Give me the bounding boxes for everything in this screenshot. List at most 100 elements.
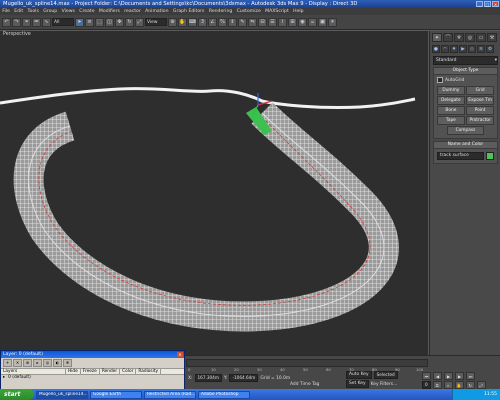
column-color[interactable]: Color (120, 369, 137, 374)
bind-spacewarp-icon[interactable]: ∿ (42, 17, 51, 27)
column-hide[interactable]: Hide (66, 369, 81, 374)
lights-icon[interactable]: ✷ (450, 45, 458, 53)
next-frame-icon[interactable]: ▶ (455, 372, 464, 380)
object-name-input[interactable]: track surface (437, 151, 484, 160)
menu-animation[interactable]: Animation (143, 9, 171, 14)
layer-close-button[interactable]: ✕ (177, 352, 183, 357)
select-in-layer-icon[interactable]: ▸ (33, 359, 42, 367)
expand-icon[interactable]: ▸ (3, 375, 5, 380)
scale-icon[interactable]: ⤢ (135, 17, 144, 27)
zoom-icon[interactable]: ⌕ (443, 381, 453, 389)
previous-frame-icon[interactable]: ◀ (433, 372, 442, 380)
material-editor-icon[interactable]: ◉ (298, 17, 307, 27)
mirror-icon[interactable]: ⇋ (248, 17, 257, 27)
menu-help[interactable]: Help (291, 9, 306, 14)
key-filters-button[interactable]: Key Filters... (371, 382, 398, 387)
pivot-center-icon[interactable]: ⊕ (168, 17, 177, 27)
selection-set-dropdown[interactable]: Selected (373, 371, 398, 379)
hide-all-icon[interactable]: ◐ (53, 359, 62, 367)
select-by-name-icon[interactable]: ≡ (85, 17, 94, 27)
go-to-end-icon[interactable]: ⏭ (466, 372, 475, 380)
new-layer-icon[interactable]: + (3, 359, 12, 367)
window-crossing-icon[interactable]: ◫ (105, 17, 114, 27)
menu-customize[interactable]: Customize (234, 9, 263, 14)
go-to-start-icon[interactable]: ⏮ (422, 372, 431, 380)
perspective-viewport[interactable]: Perspective (0, 31, 428, 355)
taskbar-item[interactable]: Restricted Area (Rad... (144, 390, 196, 399)
layer-row[interactable]: ▸ 0 (default) (1, 375, 184, 380)
layer-manager-titlebar[interactable]: Layer: 0 (default) ✕ (1, 351, 184, 358)
taskbar-item[interactable]: Adobe Photoshop (198, 390, 250, 399)
start-button[interactable]: start (0, 389, 34, 400)
menu-reactor[interactable]: reactor (122, 9, 143, 14)
orbit-icon[interactable]: ↻ (465, 381, 475, 389)
shapes-icon[interactable]: ◠ (441, 45, 449, 53)
column-layers[interactable]: Layers (1, 369, 66, 374)
menu-edit[interactable]: Edit (12, 9, 25, 14)
keyboard-shortcut-icon[interactable]: ⌨ (188, 17, 197, 27)
category-dropdown[interactable]: Standard ▾ (433, 56, 498, 65)
create-tab-icon[interactable]: ✦ (432, 33, 442, 42)
current-frame-field[interactable]: 0 (422, 381, 431, 389)
add-time-tag-button[interactable]: Add Time Tag (290, 382, 319, 387)
menu-rendering[interactable]: Rendering (207, 9, 235, 14)
menu-file[interactable]: File (0, 9, 12, 14)
move-icon[interactable]: ✥ (115, 17, 124, 27)
curve-editor-icon[interactable]: ⌇ (278, 17, 287, 27)
angle-snap-icon[interactable]: ∠ (208, 17, 217, 27)
link-icon[interactable]: ⚭ (22, 17, 31, 27)
menu-graph-editors[interactable]: Graph Editors (171, 9, 207, 14)
pan-icon[interactable]: ✋ (454, 381, 464, 389)
highlight-layer-icon[interactable]: ◎ (43, 359, 52, 367)
display-tab-icon[interactable]: ▭ (476, 33, 486, 42)
maximize-button[interactable]: □ (484, 1, 491, 7)
column-render[interactable]: Render (100, 369, 121, 374)
selection-filter-dropdown[interactable]: All (52, 18, 74, 26)
menu-group[interactable]: Group (41, 9, 59, 14)
render-frame-icon[interactable]: ▣ (318, 17, 327, 27)
region-select-icon[interactable]: ⬚ (95, 17, 104, 27)
protractor-button[interactable]: Protractor (466, 116, 494, 125)
taskbar-item[interactable]: Google Earth (90, 390, 142, 399)
freeze-all-icon[interactable]: ❄ (63, 359, 72, 367)
point-button[interactable]: Point (466, 106, 494, 115)
schematic-view-icon[interactable]: ⊞ (288, 17, 297, 27)
close-button[interactable]: ✕ (492, 1, 499, 7)
systems-icon[interactable]: ⚙ (486, 45, 494, 53)
rotate-icon[interactable]: ↻ (125, 17, 134, 27)
grid-button[interactable]: Grid (466, 86, 494, 95)
utilities-tab-icon[interactable]: ⚒ (487, 33, 497, 42)
minimize-button[interactable]: _ (476, 1, 483, 7)
menu-tools[interactable]: Tools (25, 9, 41, 14)
play-icon[interactable]: ▶ (444, 372, 453, 380)
column-freeze[interactable]: Freeze (81, 369, 100, 374)
auto-key-button[interactable]: Auto Key (346, 371, 372, 379)
cameras-icon[interactable]: ▶ (459, 45, 467, 53)
undo-icon[interactable]: ↶ (2, 17, 11, 27)
autogrid-checkbox[interactable] (437, 77, 443, 83)
manipulate-icon[interactable]: ✋ (178, 17, 187, 27)
bone-button[interactable]: Bone (437, 106, 465, 115)
render-setup-icon[interactable]: ☕ (308, 17, 317, 27)
menu-maxscript[interactable]: MAXScript (263, 9, 291, 14)
select-object-icon[interactable]: ➤ (75, 17, 84, 27)
dummy-button[interactable]: Dummy (437, 86, 465, 95)
named-selection-icon[interactable]: ✎ (238, 17, 247, 27)
hierarchy-tab-icon[interactable]: ♆ (454, 33, 464, 42)
helpers-icon[interactable]: ◇ (468, 45, 476, 53)
object-type-header[interactable]: Object Type (434, 68, 497, 75)
name-color-header[interactable]: Name and Color (434, 141, 497, 149)
snap-toggle-icon[interactable]: 3 (198, 17, 207, 27)
quick-render-icon[interactable]: ☀ (328, 17, 337, 27)
maximize-viewport-icon[interactable]: ⤢ (476, 381, 486, 389)
redo-icon[interactable]: ↷ (12, 17, 21, 27)
tape-button[interactable]: Tape (437, 116, 465, 125)
menu-views[interactable]: Views (59, 9, 77, 14)
time-config-icon[interactable]: ⏲ (432, 381, 442, 389)
percent-snap-icon[interactable]: % (218, 17, 227, 27)
column-radiosity[interactable]: Radiosity (136, 369, 162, 374)
align-icon[interactable]: ⊟ (258, 17, 267, 27)
motion-tab-icon[interactable]: ◎ (465, 33, 475, 42)
geometry-icon[interactable]: ● (432, 45, 440, 53)
add-to-layer-icon[interactable]: ⊕ (23, 359, 32, 367)
